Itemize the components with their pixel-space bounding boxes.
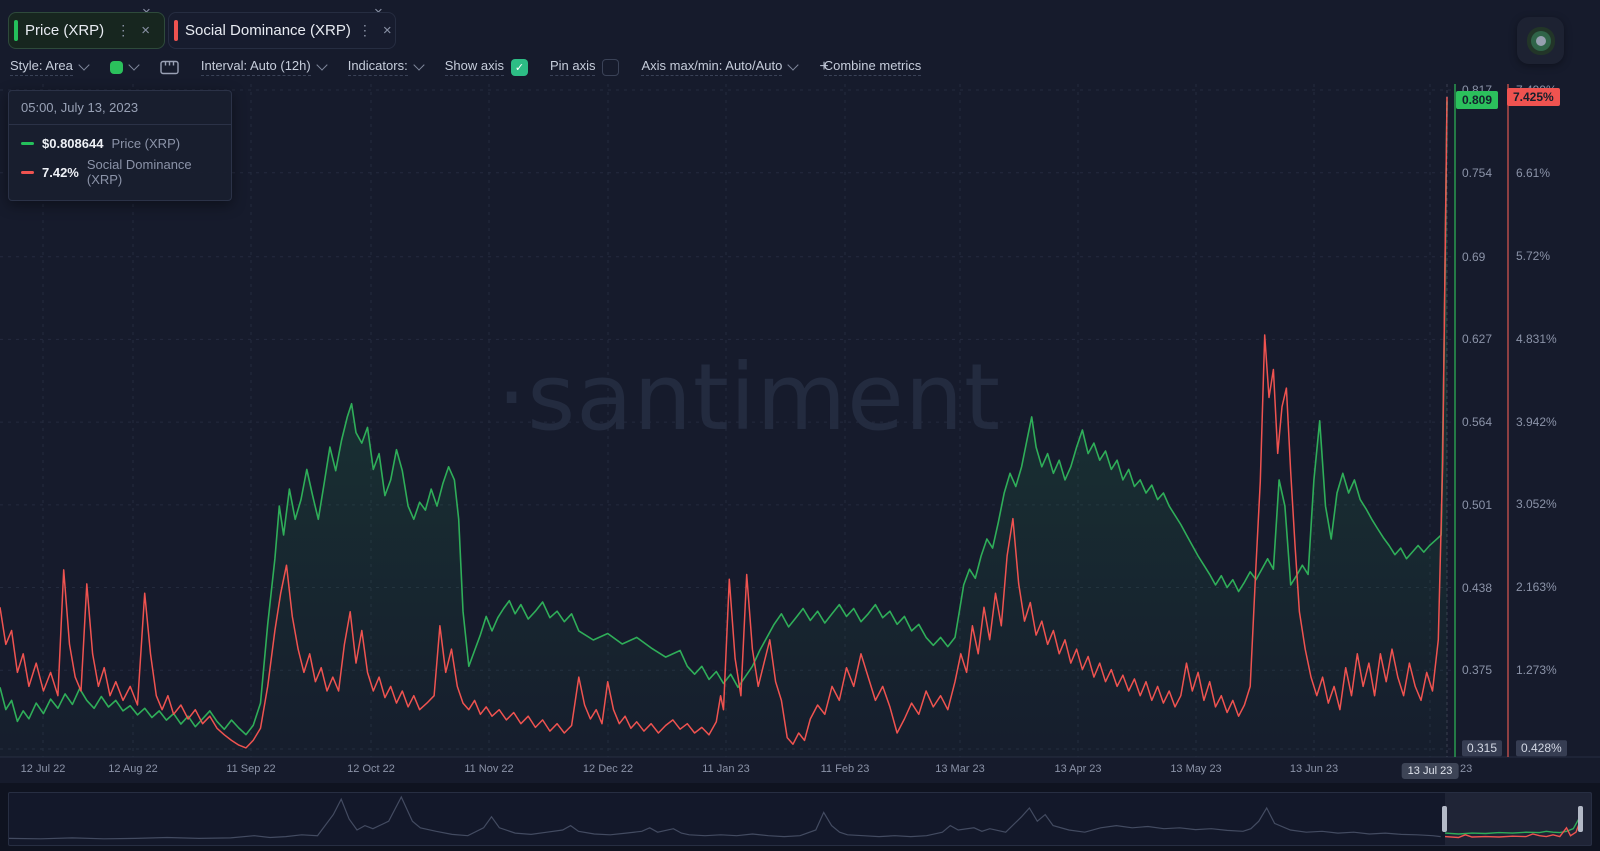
x-axis-tick: 13 Jun 23 — [1290, 763, 1338, 775]
kebab-menu-icon[interactable]: ⋮ — [351, 22, 379, 39]
chevron-down-icon — [128, 59, 139, 70]
chevron-down-icon — [413, 59, 424, 70]
close-icon[interactable]: × — [137, 22, 154, 39]
y-axis-tick: 0.564 — [1462, 415, 1492, 429]
combine-metrics-label: Combine metrics — [824, 58, 922, 76]
x-axis-tick: 12 Oct 22 — [347, 763, 395, 775]
y-axis-tick: 0.438 — [1462, 581, 1492, 595]
dominance-current-value-badge: 7.425% — [1507, 88, 1560, 106]
x-axis-tick: 11 Feb 23 — [821, 763, 870, 775]
y-axis-tick: 2.163% — [1516, 580, 1557, 594]
x-axis-tick: 12 Jul 22 — [21, 763, 66, 775]
x-axis-tick: 11 Sep 22 — [226, 763, 275, 775]
santiment-chart-app: ·santiment × × Price (XRP) ⋮ × Social Do… — [0, 0, 1600, 851]
x-axis-tick: 12 Dec 22 — [583, 763, 633, 775]
tab-label: Price (XRP) — [25, 22, 104, 39]
x-axis-tick: 12 Aug 22 — [108, 763, 158, 775]
pin-axis-toggle[interactable]: Pin axis — [550, 58, 620, 76]
pin-axis-label: Pin axis — [550, 58, 596, 76]
x-axis-tick: 13 Jul 23 — [1402, 763, 1459, 779]
kebab-menu-icon[interactable]: ⋮ — [109, 22, 137, 39]
tooltip-value: 7.42% — [42, 165, 79, 180]
tab-accent-bar — [14, 20, 18, 41]
show-axis-toggle[interactable]: Show axis ✓ — [445, 58, 528, 76]
tooltip-legend-row: 7.42% Social Dominance (XRP) — [21, 154, 219, 190]
interval-dropdown[interactable]: Interval: Auto (12h) — [201, 58, 326, 76]
chevron-down-icon — [316, 59, 327, 70]
scale-settings-button[interactable] — [160, 60, 179, 75]
y-axis-tick: 0.627 — [1462, 332, 1492, 346]
y-axis-tick: 3.052% — [1516, 497, 1557, 511]
assistant-button[interactable] — [1517, 17, 1564, 64]
tab-social-dominance-xrp[interactable]: Social Dominance (XRP) ⋮ × — [168, 12, 396, 49]
price-current-value-badge: 0.809 — [1456, 91, 1498, 109]
show-axis-checkbox[interactable]: ✓ — [511, 59, 528, 76]
y-axis-tick: 6.61% — [1516, 166, 1550, 180]
axis-minmax-dropdown[interactable]: Axis max/min: Auto/Auto — [641, 58, 797, 76]
navigator-left-handle[interactable] — [1442, 806, 1447, 832]
indicators-dropdown-label: Indicators: — [348, 58, 408, 76]
legend-dash-icon — [21, 171, 34, 174]
assistant-icon — [1536, 36, 1546, 46]
tooltip-value: $0.808644 — [42, 136, 103, 151]
y-axis-tick: 1.273% — [1516, 663, 1557, 677]
interval-dropdown-label: Interval: Auto (12h) — [201, 58, 311, 76]
y-axis-tick: 5.72% — [1516, 249, 1550, 263]
combine-metrics-button[interactable]: + Combine metrics — [819, 58, 921, 76]
x-axis-tick-overflow: 23 — [1460, 763, 1472, 775]
tab-label: Social Dominance (XRP) — [185, 22, 351, 39]
chart-tooltip: 05:00, July 13, 2023 $0.808644 Price (XRP… — [8, 90, 232, 201]
y-axis-tick: 0.69 — [1462, 250, 1485, 264]
tooltip-timestamp: 05:00, July 13, 2023 — [9, 91, 231, 125]
y-axis-tick: 3.942% — [1516, 415, 1557, 429]
navigator-history-line — [9, 797, 1441, 839]
tooltip-metric-label: Social Dominance (XRP) — [87, 157, 219, 187]
metric-tabs-bar: × × Price (XRP) ⋮ × Social Dominance (XR… — [0, 0, 1600, 55]
y-axis-tick: 0.375 — [1462, 663, 1492, 677]
pin-axis-checkbox[interactable] — [602, 59, 619, 76]
show-axis-label: Show axis — [445, 58, 504, 76]
chevron-down-icon — [788, 59, 799, 70]
chevron-down-icon — [78, 59, 89, 70]
navigator-right-handle[interactable] — [1578, 806, 1583, 832]
x-axis-tick: 11 Nov 22 — [464, 763, 513, 775]
x-axis-tick: 13 Apr 23 — [1054, 763, 1101, 775]
style-dropdown[interactable]: Style: Area — [10, 58, 88, 76]
timeline-navigator[interactable] — [8, 792, 1592, 846]
axis-minmax-label: Axis max/min: Auto/Auto — [641, 58, 782, 76]
color-swatch-dropdown[interactable] — [110, 61, 138, 74]
y-axis-tick: 0.428% — [1516, 740, 1567, 756]
ruler-icon — [160, 60, 179, 75]
tooltip-legend-row: $0.808644 Price (XRP) — [21, 133, 219, 154]
y-axis-tick: 0.315 — [1462, 740, 1502, 756]
y-axis-tick: 4.831% — [1516, 332, 1557, 346]
close-icon[interactable]: × — [379, 22, 396, 39]
tab-accent-bar — [174, 20, 178, 41]
style-dropdown-label: Style: Area — [10, 58, 73, 76]
navigator-selection — [1445, 793, 1591, 845]
x-axis-tick: 13 May 23 — [1170, 763, 1221, 775]
series-color-swatch — [110, 61, 123, 74]
legend-dash-icon — [21, 142, 34, 145]
navigator-preview-chart — [9, 793, 1591, 845]
tab-price-xrp[interactable]: Price (XRP) ⋮ × — [8, 12, 165, 49]
tooltip-metric-label: Price (XRP) — [111, 136, 180, 151]
y-axis-tick: 0.501 — [1462, 498, 1492, 512]
y-axis-tick: 0.754 — [1462, 166, 1492, 180]
x-axis-tick: 13 Mar 23 — [935, 763, 985, 775]
x-axis-tick: 11 Jan 23 — [702, 763, 750, 775]
indicators-dropdown[interactable]: Indicators: — [348, 58, 423, 76]
chart-toolbar: Style: Area Interval: Auto (12h) Indicat… — [10, 55, 921, 79]
